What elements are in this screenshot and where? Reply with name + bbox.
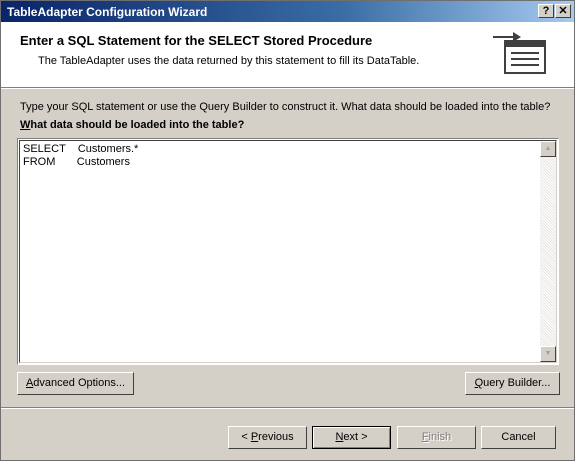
question-label: What data should be loaded into the tabl… xyxy=(20,119,244,131)
page-title: Enter a SQL Statement for the SELECT Sto… xyxy=(20,33,373,48)
sql-statement-wizard-icon xyxy=(493,32,546,74)
page-subtitle: The TableAdapter uses the data returned … xyxy=(38,55,420,67)
previous-prefix: < xyxy=(241,431,251,443)
finish-mnemonic: F xyxy=(421,431,429,443)
wizard-window: TableAdapter Configuration Wizard ? ✕ En… xyxy=(0,0,575,461)
question-mnemonic: W xyxy=(20,119,31,131)
previous-button[interactable]: < Previous xyxy=(228,426,307,449)
scroll-down-arrow-icon[interactable]: ▼ xyxy=(540,346,556,362)
footer-separator-highlight xyxy=(1,408,574,409)
sql-textbox-inner: SELECT Customers.* FROM Customers ▲ ▼ xyxy=(19,140,557,363)
close-button[interactable]: ✕ xyxy=(555,4,571,18)
query-builder-label-rest: uery Builder... xyxy=(483,377,551,389)
sql-statement-textbox[interactable]: SELECT Customers.* FROM Customers ▲ ▼ xyxy=(17,138,559,365)
finish-label-rest: inish xyxy=(428,431,452,443)
wizard-header: Enter a SQL Statement for the SELECT Sto… xyxy=(1,22,574,88)
title-bar[interactable]: TableAdapter Configuration Wizard ? ✕ xyxy=(1,1,574,22)
query-builder-mnemonic: Q xyxy=(474,377,484,389)
finish-button[interactable]: Finish xyxy=(397,426,476,449)
question-label-rest: hat data should be loaded into the table… xyxy=(30,119,245,131)
advanced-options-button[interactable]: Advanced Options... xyxy=(17,372,134,395)
advanced-label-rest: dvanced Options... xyxy=(33,377,126,389)
cancel-button[interactable]: Cancel xyxy=(481,426,556,449)
previous-label-rest: revious xyxy=(258,431,294,443)
next-button[interactable]: Next > xyxy=(312,426,391,449)
scroll-up-arrow-icon[interactable]: ▲ xyxy=(540,141,556,157)
instruction-text: Type your SQL statement or use the Query… xyxy=(20,101,551,113)
vertical-scrollbar[interactable]: ▲ ▼ xyxy=(540,141,556,362)
window-title: TableAdapter Configuration Wizard xyxy=(7,5,208,19)
sql-statement-text[interactable]: SELECT Customers.* FROM Customers xyxy=(23,143,138,169)
query-builder-button[interactable]: Query Builder... xyxy=(465,372,560,395)
header-separator xyxy=(1,88,574,89)
next-label-rest: ext > xyxy=(343,431,368,443)
help-button[interactable]: ? xyxy=(538,4,554,18)
